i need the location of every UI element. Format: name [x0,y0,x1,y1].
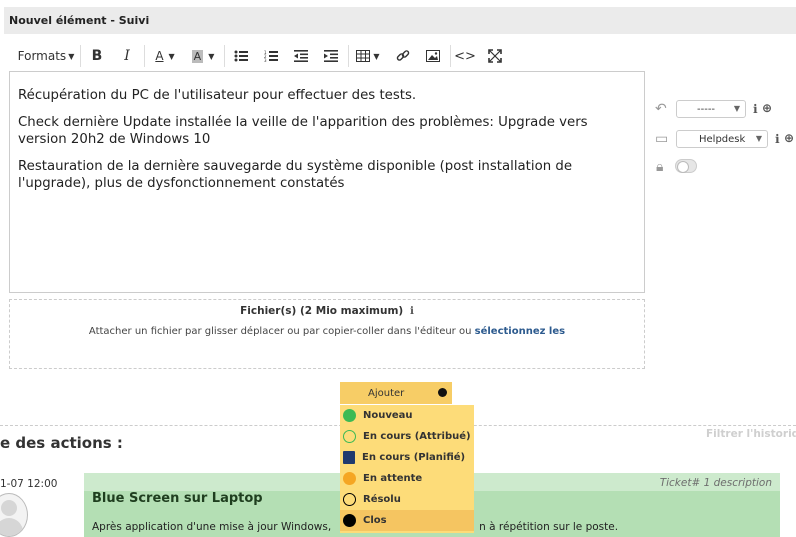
outdent-icon [294,50,308,62]
rich-text-editor[interactable]: Récupération du PC de l'utilisateur pour… [9,71,645,293]
toolbar-divider [80,45,81,67]
formats-dropdown[interactable]: Formats ▼ [16,42,76,70]
fullscreen-button[interactable] [484,42,506,70]
table-icon [356,50,371,62]
chevron-down-icon: ▼ [68,51,75,61]
formats-label: Formats [17,49,67,63]
lock-icon: 🔒︎ [656,159,664,175]
editor-toolbar: Formats ▼ B I A ▼ A ▼ 123 ▼ <> [10,42,520,70]
bullet-list-button[interactable] [230,42,252,70]
avatar-head [1,500,17,516]
dropzone-text: Attacher un fichier par glisser déplacer… [88,326,472,337]
status-option-label: Nouveau [363,410,413,421]
add-circle-icon[interactable]: ⊕ [784,131,794,145]
avatar [0,493,28,537]
numbered-list-button[interactable]: 123 [260,42,282,70]
template-select[interactable]: ----- ▼ [676,100,746,118]
add-circle-icon[interactable]: ⊕ [762,101,772,115]
bold-icon: B [91,48,103,64]
private-toggle[interactable] [675,159,697,173]
status-option-en-attente[interactable]: En attente [340,468,474,489]
status-option-label: En attente [363,473,423,484]
source-select-value: Helpdesk [699,134,746,145]
info-icon[interactable]: ℹ [753,102,758,116]
green-filled-circle-icon [343,409,356,422]
status-option-en-cours-planifie[interactable]: En cours (Planifié) [340,447,474,468]
svg-text:3: 3 [264,58,267,62]
chevron-down-icon: ▼ [733,104,740,113]
toolbar-divider [450,45,451,67]
ticket-description-end: n à répétition sur le poste. [479,521,619,533]
status-option-resolu[interactable]: Résolu [340,489,474,510]
numbered-list-icon: 123 [264,50,278,62]
link-icon [396,50,410,61]
ticket-description-start: Après application d'une mise à jour Wind… [92,521,332,533]
filter-history-link[interactable]: Filtrer l'historiq [706,428,796,440]
request-source-select[interactable]: Helpdesk ▼ [676,130,768,148]
ticket-title: Blue Screen sur Laptop [92,491,263,506]
source-code-button[interactable]: <> [454,42,476,70]
ticket-meta: Ticket# 1 description [659,477,772,489]
status-option-label: Résolu [363,494,401,505]
chevron-down-icon: ▼ [168,51,175,61]
orange-filled-circle-icon [343,472,356,485]
chevron-down-icon: ▼ [208,51,215,61]
image-button[interactable] [422,42,444,70]
add-button[interactable]: Ajouter [340,382,452,404]
reply-template-icon: ↶ [655,101,667,117]
file-dropzone[interactable]: Fichier(s) (2 Mio maximum) ℹ Attacher un… [9,299,645,369]
toolbar-divider [144,45,145,67]
indent-icon [324,50,338,62]
indent-button[interactable] [320,42,342,70]
image-icon [426,50,440,62]
text-color-button[interactable]: A ▼ [148,42,182,70]
editor-paragraph: Restauration de la dernière sauvegarde d… [18,159,573,191]
form-title: Nouvel élément - Suivi [9,14,150,27]
black-outline-circle-icon [343,493,356,506]
text-color-icon: A [155,49,164,63]
chevron-down-icon: ▼ [755,134,762,143]
black-filled-circle-icon [343,514,356,527]
select-files-link[interactable]: sélectionnez les [475,326,565,337]
status-option-label: En cours (Planifié) [362,452,466,463]
dropzone-title: Fichier(s) (2 Mio maximum) [240,305,404,317]
status-dropdown-menu: Nouveau En cours (Attribué) En cours (Pl… [340,405,474,533]
green-outline-circle-icon [343,430,356,443]
background-color-button[interactable]: A ▼ [186,42,220,70]
info-icon[interactable]: ℹ [410,305,414,317]
toolbar-divider [348,45,349,67]
info-icon[interactable]: ℹ [775,132,780,146]
editor-paragraph: Récupération du PC de l'utilisateur pour… [18,88,417,103]
status-dot-icon[interactable] [438,388,447,397]
italic-button[interactable]: I [116,42,138,70]
status-option-label: Clos [363,515,387,526]
bold-button[interactable]: B [86,42,108,70]
status-option-label: En cours (Attribué) [363,431,471,442]
link-button[interactable] [392,42,414,70]
code-icon: <> [454,48,476,64]
table-button[interactable]: ▼ [352,42,384,70]
bullet-list-icon [234,50,248,62]
avatar-body [0,518,23,536]
status-option-nouveau[interactable]: Nouveau [340,405,474,426]
timeline-date: 1-07 12:00 [0,478,58,490]
status-option-clos[interactable]: Clos [340,510,474,531]
italic-icon: I [124,48,130,64]
fullscreen-icon [488,49,502,63]
inbox-icon: ▭ [655,131,669,147]
form-header: Nouvel élément - Suivi [4,7,796,34]
outdent-button[interactable] [290,42,312,70]
status-option-en-cours-attribue[interactable]: En cours (Attribué) [340,426,474,447]
calendar-icon [343,451,355,464]
add-button-label: Ajouter [368,388,405,399]
toolbar-divider [224,45,225,67]
chevron-down-icon: ▼ [373,51,380,61]
editor-paragraph: Check dernière Update installée la veill… [18,115,588,147]
template-select-value: ----- [697,104,716,115]
background-color-icon: A [191,49,204,63]
actions-section-title: e des actions : [0,434,123,452]
